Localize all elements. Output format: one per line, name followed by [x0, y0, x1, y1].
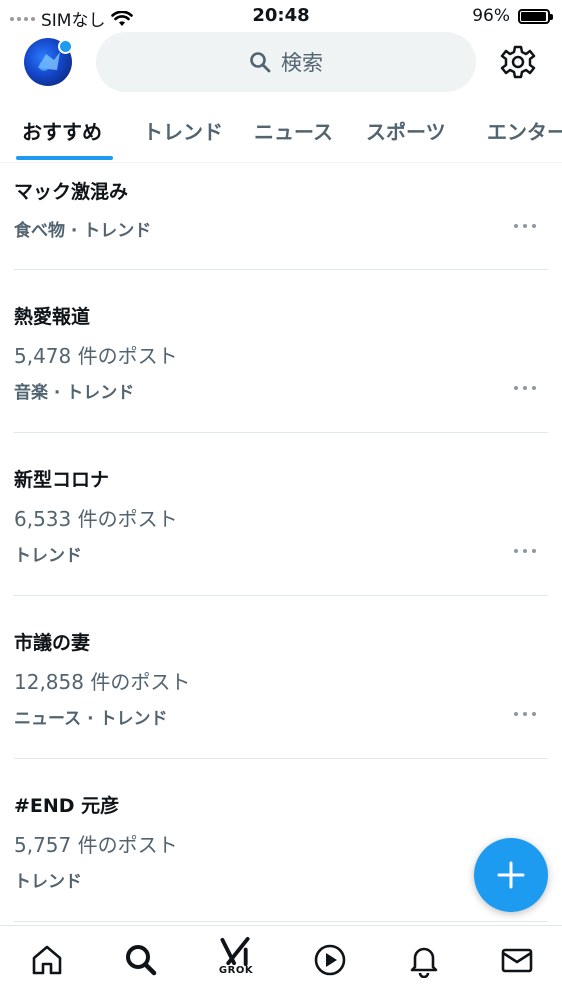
tab-news[interactable]: ニュース: [254, 116, 333, 145]
trend-category: ニュース · トレンド: [14, 709, 168, 729]
nav-explore[interactable]: [121, 942, 161, 982]
nav-home[interactable]: [27, 942, 67, 982]
trend-post-count: 12,858 件のポスト: [14, 670, 191, 694]
trend-category: トレンド: [14, 546, 82, 566]
trend-title: 熱愛報道: [14, 306, 91, 328]
more-icon[interactable]: [514, 386, 536, 392]
mail-icon: [501, 948, 533, 973]
trend-post-count: 5,478 件のポスト: [14, 344, 178, 368]
trend-post-count: 5,757 件のポスト: [14, 833, 178, 857]
nav-messages[interactable]: [497, 942, 537, 982]
nav-notifications[interactable]: [404, 942, 444, 982]
status-bar: SIMなし 20:48 96%: [0, 0, 562, 32]
gear-icon[interactable]: [500, 44, 536, 80]
trend-item[interactable]: マック激混み 食べ物 · トレンド: [14, 163, 548, 270]
trend-item[interactable]: #END 元彦 5,757 件のポスト トレンド: [14, 759, 548, 922]
trend-list: マック激混み 食べ物 · トレンド 熱愛報道 5,478 件のポスト 音楽 · …: [0, 163, 562, 922]
nav-video[interactable]: [310, 942, 350, 982]
bell-icon: [410, 947, 438, 978]
tab-entertainment[interactable]: エンター: [487, 116, 562, 145]
trend-title: マック激混み: [14, 181, 129, 203]
trend-category: トレンド: [14, 872, 82, 892]
trend-item[interactable]: 市議の妻 12,858 件のポスト ニュース · トレンド: [14, 596, 548, 759]
notification-dot: [58, 39, 73, 54]
tab-trending[interactable]: トレンド: [143, 116, 223, 145]
grok-label: GROK: [218, 965, 254, 976]
trend-category: 食べ物 · トレンド: [14, 221, 152, 241]
bottom-nav: GROK: [0, 925, 562, 1001]
trend-title: #END 元彦: [14, 795, 120, 817]
trend-item[interactable]: 熱愛報道 5,478 件のポスト 音楽 · トレンド: [14, 270, 548, 433]
compose-button[interactable]: [474, 838, 548, 912]
more-icon[interactable]: [514, 224, 536, 230]
battery-percent: 96%: [472, 6, 510, 26]
battery-info: 96%: [472, 6, 553, 26]
battery-icon: [518, 8, 553, 24]
plus-icon: [497, 861, 525, 889]
tab-recommended[interactable]: おすすめ: [22, 116, 102, 145]
grok-icon: [220, 936, 250, 967]
avatar[interactable]: [24, 38, 73, 86]
explore-tabs: おすすめ トレンド ニュース スポーツ エンター: [0, 104, 562, 163]
active-tab-indicator: [16, 156, 113, 160]
trend-category: 音楽 · トレンド: [14, 383, 135, 403]
play-icon: [314, 944, 346, 976]
trend-title: 新型コロナ: [14, 469, 110, 491]
trend-item[interactable]: 新型コロナ 6,533 件のポスト トレンド: [14, 433, 548, 596]
top-header: 検索: [0, 32, 562, 94]
trend-title: 市議の妻: [14, 632, 91, 654]
search-icon: [250, 52, 271, 73]
search-input[interactable]: 検索: [96, 32, 476, 92]
more-icon[interactable]: [514, 712, 536, 718]
search-icon: [126, 945, 157, 976]
home-icon: [32, 945, 62, 975]
more-icon[interactable]: [514, 549, 536, 555]
trend-post-count: 6,533 件のポスト: [14, 507, 178, 531]
tab-sports[interactable]: スポーツ: [366, 116, 446, 145]
nav-grok[interactable]: GROK: [216, 936, 256, 976]
search-placeholder: 検索: [281, 51, 323, 75]
